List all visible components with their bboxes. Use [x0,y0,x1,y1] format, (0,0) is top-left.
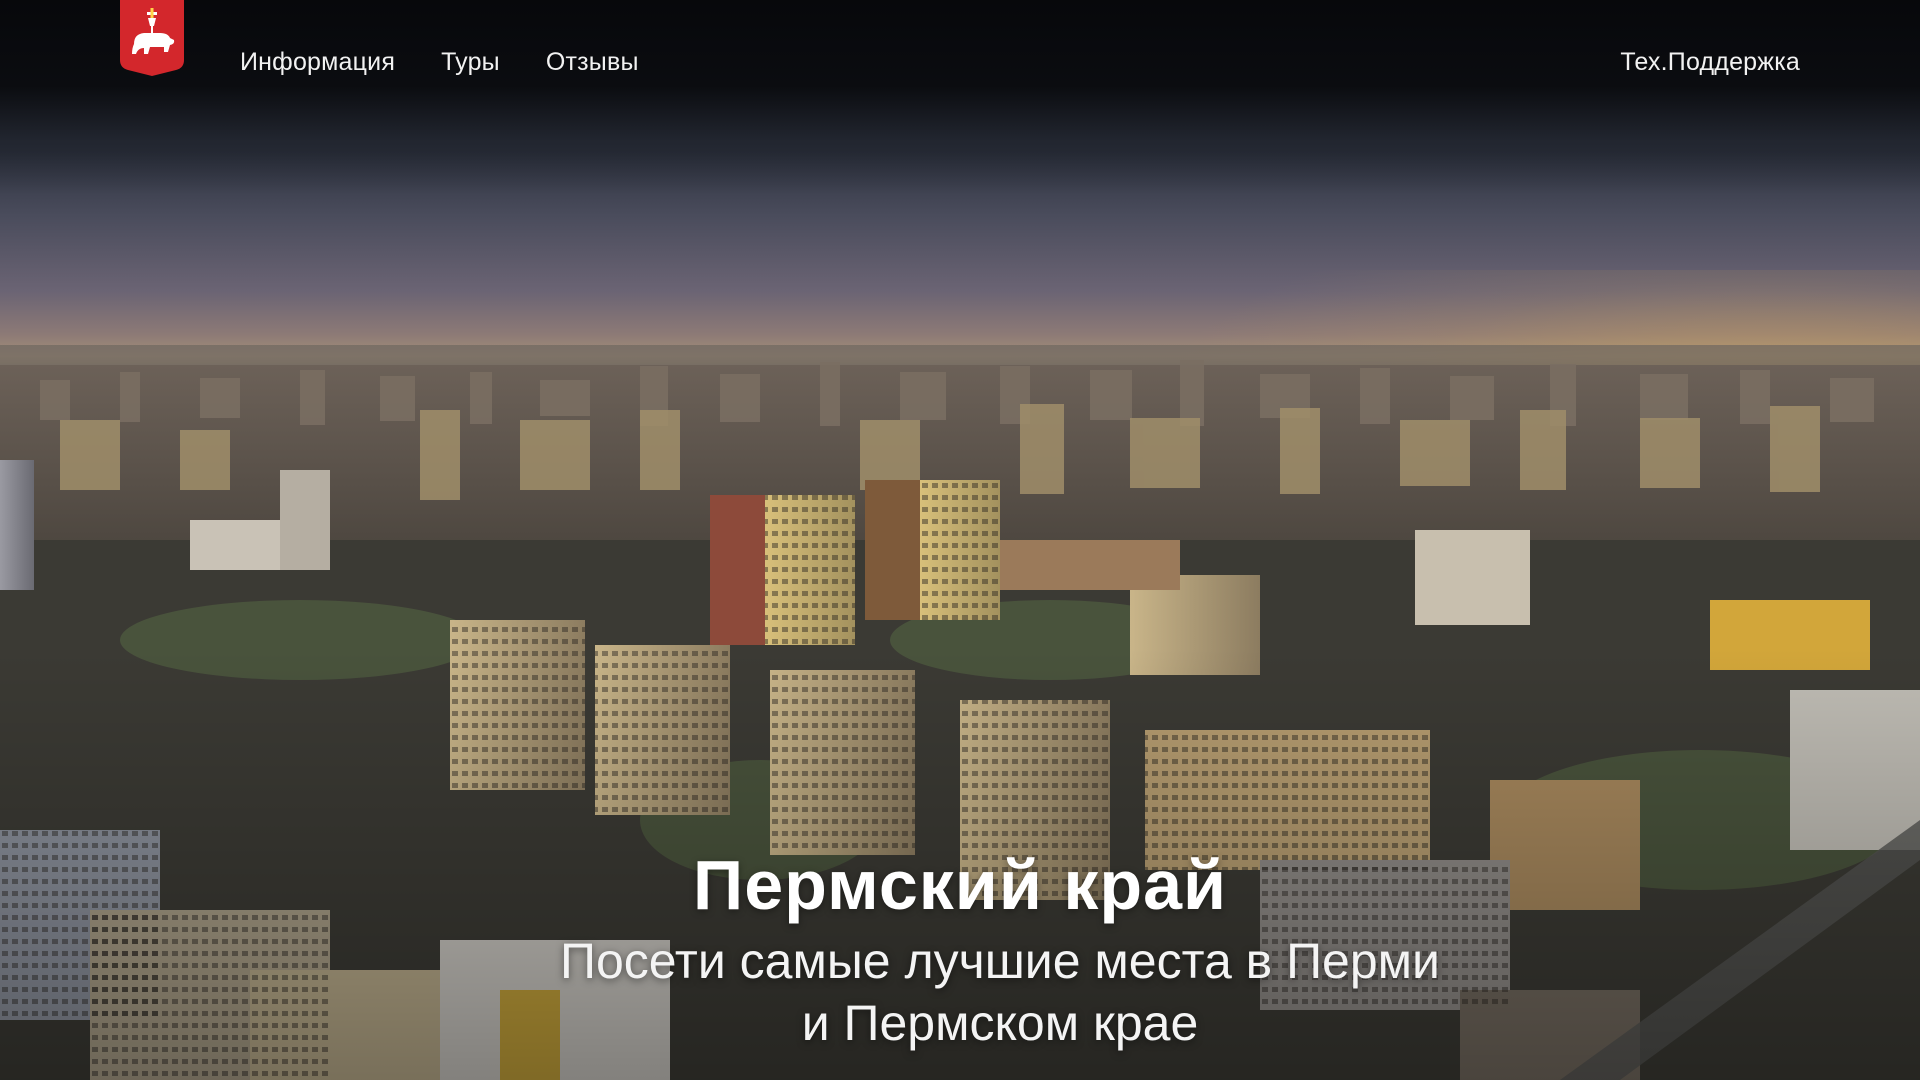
tech-support-link[interactable]: Тех.Поддержка [1620,48,1800,77]
nav-link-reviews[interactable]: Отзывы [546,48,639,77]
top-navigation-bar: Информация Туры Отзывы Тех.Поддержка [0,0,1920,130]
nav-link-information[interactable]: Информация [240,48,395,77]
hero-subtitle: Посети самые лучшие места в Перми и Перм… [560,933,1440,1051]
main-nav: Информация Туры Отзывы [240,48,639,77]
hero-title: Пермский край [692,846,1228,924]
perm-bear-crest-icon[interactable] [120,0,184,76]
nav-link-tours[interactable]: Туры [441,48,500,77]
